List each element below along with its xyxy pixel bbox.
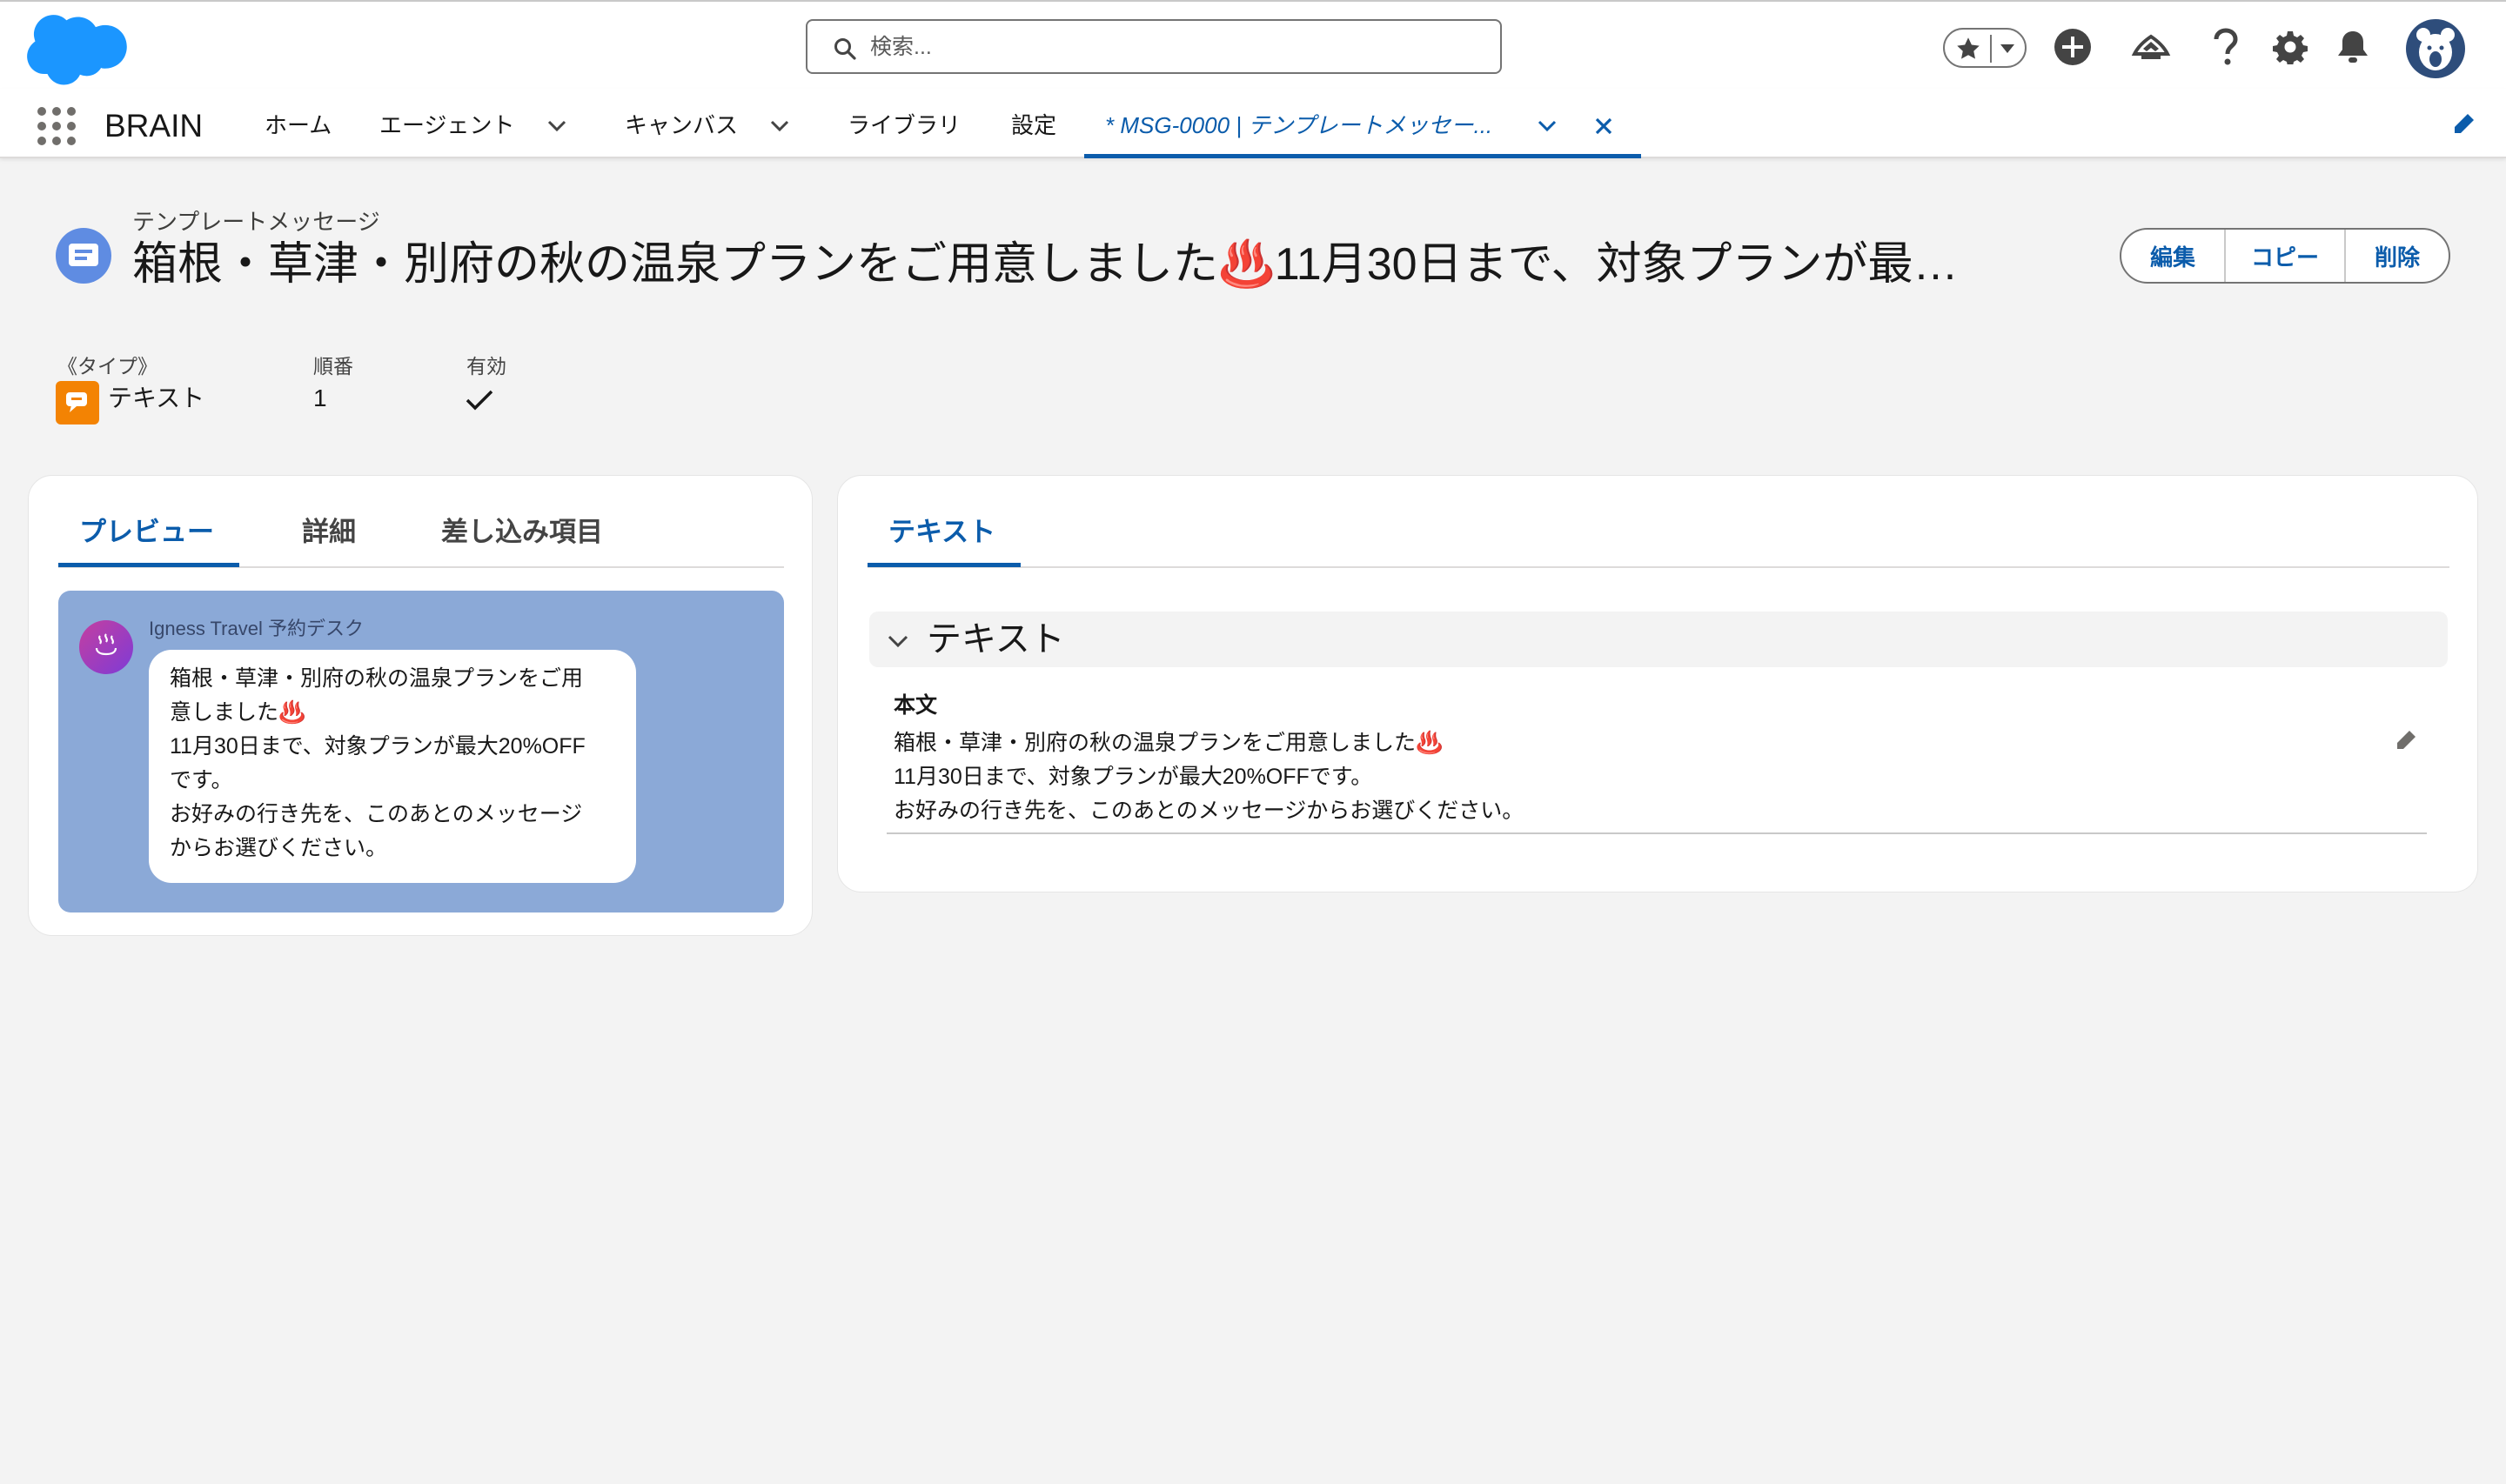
notifications-button[interactable] [2330, 24, 2375, 70]
nav-item-home[interactable]: ホーム [265, 104, 332, 146]
nav-item-active-record-tab[interactable]: * MSG-0000 | テンプレートメッセー... [1084, 97, 1641, 158]
tab-merge-fields[interactable]: 差し込み項目 [441, 511, 603, 556]
record-title: 箱根・草津・別府の秋の温泉プランをご用意しました♨️11月30日まで、対象プラン… [132, 239, 1959, 290]
notifications-bell-icon [2338, 31, 2368, 63]
search-input[interactable] [870, 30, 1479, 64]
body-line: 11月30日まで、対象プランが最大20%OFFです。 [894, 765, 1373, 789]
trailhead-icon [2131, 34, 2171, 59]
bubble-line: です。 [170, 768, 233, 792]
bubble-line: 箱根・草津・別府の秋の温泉プランをご用 [170, 666, 584, 691]
bubble-line: お好みの行き先を、このあとのメッセージ [170, 802, 583, 826]
preview-card: プレビュー 詳細 差し込み項目 Igness Travel 予約デスク 箱根・草… [28, 475, 813, 936]
divider [1990, 35, 1992, 63]
active-tab-indicator [58, 563, 239, 567]
tab-text[interactable]: テキスト [888, 511, 995, 556]
app-name: BRAIN [104, 108, 204, 144]
active-tab-indicator [868, 563, 1021, 567]
bubble-line: からお選びください。 [170, 836, 388, 860]
record-actions: 編集 コピー 削除 [2120, 228, 2450, 284]
sender-name: Igness Travel 予約デスク [149, 618, 364, 639]
nav-item-canvas[interactable]: キャンバス [625, 104, 738, 146]
favorites-menu-chevron-icon[interactable] [1999, 42, 2016, 56]
favorites-button-group [1943, 28, 2027, 68]
search-icon [834, 38, 856, 60]
help-icon [2214, 28, 2238, 65]
field-divider [887, 832, 2427, 834]
close-tab-icon[interactable] [1594, 117, 1613, 136]
chevron-down-icon[interactable] [1537, 115, 1558, 136]
chevron-down-icon[interactable] [546, 115, 567, 136]
edit-button[interactable]: 編集 [2121, 230, 2224, 282]
setup-gear-icon [2273, 31, 2308, 64]
app-launcher-icon[interactable] [37, 106, 77, 146]
section-title: テキスト [927, 620, 1065, 658]
body-line: 箱根・草津・別府の秋の温泉プランをご用意しました♨️ [894, 731, 1444, 755]
add-icon [2054, 29, 2091, 65]
body-field-label: 本文 [894, 693, 938, 718]
text-card: テキスト テキスト 本文 箱根・草津・別府の秋の温泉プランをご用意しました♨️ … [837, 475, 2478, 892]
app-nav-bar: BRAIN ホーム エージェント キャンバス ライブラリ 設定 * MSG-00… [0, 89, 2506, 158]
tab-details[interactable]: 詳細 [302, 511, 356, 556]
message-template-icon [69, 244, 98, 266]
global-header [0, 0, 2506, 89]
bubble-line: 11月30日まで、対象プランが最大20%OFF [170, 734, 586, 759]
text-type-icon [56, 381, 99, 424]
chat-bubble-icon [66, 392, 87, 412]
body-line: お好みの行き先を、このあとのメッセージからお選びください。 [894, 799, 1524, 823]
line-preview: Igness Travel 予約デスク 箱根・草津・別府の秋の温泉プランをご用 … [58, 591, 784, 912]
active-tab-label: * MSG-0000 | テンプレートメッセー... [1105, 112, 1493, 138]
trailhead-button[interactable] [2128, 24, 2174, 70]
order-field-label: 順番 [313, 355, 353, 378]
avatar-bear-icon [2416, 28, 2455, 70]
edit-nav-pencil-icon[interactable] [2450, 111, 2476, 137]
tab-preview[interactable]: プレビュー [79, 511, 214, 556]
type-field-value: テキスト [108, 384, 205, 411]
user-avatar[interactable] [2406, 19, 2465, 78]
section-toggle-text[interactable]: テキスト [869, 612, 2448, 667]
active-field-label: 有効 [466, 355, 506, 378]
chevron-down-icon[interactable] [769, 115, 790, 136]
global-add-button[interactable] [2050, 24, 2095, 70]
favorites-star-icon[interactable] [1955, 36, 1981, 62]
edit-field-pencil-icon[interactable] [2394, 728, 2418, 752]
help-button[interactable] [2203, 24, 2248, 70]
order-field-value: 1 [313, 384, 327, 411]
tab-divider [868, 566, 2449, 568]
chevron-down-icon [888, 635, 908, 648]
record-object-label: テンプレートメッセージ [132, 209, 380, 235]
nav-item-library[interactable]: ライブラリ [848, 104, 961, 146]
bubble-line: 意しました♨️ [170, 700, 306, 725]
nav-item-agents[interactable]: エージェント [379, 104, 514, 146]
global-search[interactable] [806, 19, 1502, 74]
type-field-label: 《タイプ》 [57, 355, 157, 378]
copy-button[interactable]: コピー [2224, 230, 2346, 282]
message-bubble: 箱根・草津・別府の秋の温泉プランをご用 意しました♨️ 11月30日まで、対象プ… [149, 650, 636, 883]
body-field-value: 箱根・草津・別府の秋の温泉プランをご用意しました♨️ 11月30日まで、対象プラ… [894, 726, 1524, 828]
checkmark-icon [466, 390, 493, 411]
nav-item-settings[interactable]: 設定 [1011, 104, 1056, 146]
hot-spring-logo-icon [95, 633, 117, 656]
sender-avatar [79, 620, 133, 674]
record-type-icon [56, 228, 111, 284]
setup-button[interactable] [2268, 24, 2313, 70]
delete-button[interactable]: 削除 [2346, 230, 2449, 282]
salesforce-logo[interactable] [24, 12, 131, 85]
